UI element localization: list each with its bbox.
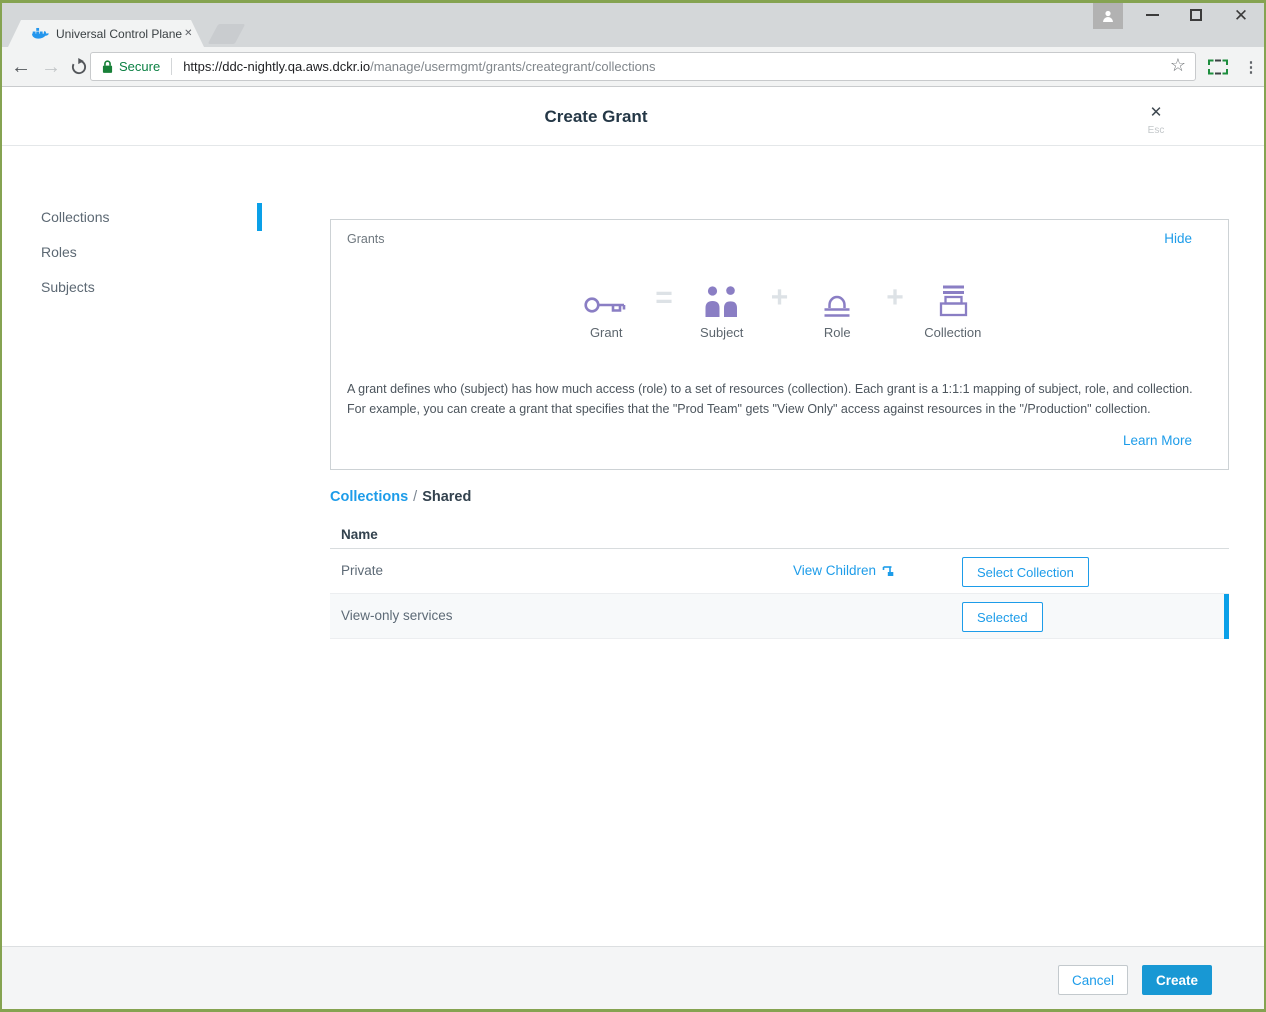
view-children-link[interactable]: View Children xyxy=(793,563,895,578)
window-minimize-button[interactable] xyxy=(1136,0,1168,30)
create-button[interactable]: Create xyxy=(1142,965,1212,995)
modal-close-icon[interactable]: ✕ xyxy=(1144,103,1168,123)
selected-row-indicator xyxy=(1224,594,1229,639)
profile-avatar[interactable] xyxy=(1093,3,1123,29)
breadcrumb-separator: / xyxy=(408,489,422,505)
forward-button[interactable]: → xyxy=(36,52,66,82)
modal-footer: Cancel Create xyxy=(0,946,1266,1012)
browser-tab[interactable]: Universal Control Plane ✕ xyxy=(8,20,204,47)
role-stamp-icon xyxy=(818,278,856,318)
breadcrumb: Collections/Shared xyxy=(330,489,471,505)
url-text: https://ddc-nightly.qa.aws.dckr.io/manag… xyxy=(183,59,655,74)
window-maximize-button[interactable] xyxy=(1180,0,1212,30)
window-frame xyxy=(0,0,1266,3)
select-collection-button[interactable]: Select Collection xyxy=(962,557,1089,587)
window-frame xyxy=(0,0,2,1012)
page-title: Create Grant xyxy=(0,107,1192,127)
browser-window: Universal Control Plane ✕ ✕ ← → Sec xyxy=(0,0,1266,1012)
view-children-label: View Children xyxy=(793,563,876,578)
equation-label-collection: Collection xyxy=(924,325,981,340)
equation-collection: Collection xyxy=(921,278,985,340)
tab-title: Universal Control Plane xyxy=(56,27,182,41)
selected-button[interactable]: Selected xyxy=(962,602,1043,632)
active-section-indicator xyxy=(257,203,262,231)
collection-name: Private xyxy=(341,563,383,578)
collection-stack-icon xyxy=(933,278,973,318)
table-row: View-only services Selected xyxy=(330,594,1229,639)
bookmark-star-icon[interactable]: ☆ xyxy=(1170,55,1186,76)
tab-close-icon[interactable]: ✕ xyxy=(182,26,194,41)
equation-grant: Grant xyxy=(574,278,638,340)
grant-equation: Grant = Subject + xyxy=(331,278,1228,340)
panel-label: Grants xyxy=(347,232,385,246)
equation-subject: Subject xyxy=(690,278,754,340)
learn-more-link[interactable]: Learn More xyxy=(1123,433,1192,448)
docker-whale-icon xyxy=(32,27,49,41)
users-icon xyxy=(703,278,741,318)
window-close-button[interactable]: ✕ xyxy=(1225,0,1257,30)
browser-menu-icon[interactable]: ⋮ xyxy=(1238,52,1264,82)
tab-strip: Universal Control Plane ✕ ✕ xyxy=(0,0,1266,47)
url-host: https://ddc-nightly.qa.aws.dckr.io xyxy=(183,59,370,74)
hierarchy-icon xyxy=(882,565,895,577)
grants-info-panel: Grants Hide Grant = xyxy=(330,219,1229,470)
table-header: Name xyxy=(330,522,1229,549)
url-divider xyxy=(171,58,172,75)
breadcrumb-current: Shared xyxy=(422,489,471,505)
secure-label: Secure xyxy=(119,59,160,74)
sidebar-item-subjects[interactable]: Subjects xyxy=(41,279,95,299)
url-path: /manage/usermgmt/grants/creategrant/coll… xyxy=(370,59,655,74)
equals-icon: = xyxy=(655,278,673,318)
secure-lock-icon xyxy=(102,59,113,74)
breadcrumb-collections-link[interactable]: Collections xyxy=(330,489,408,505)
equation-label-grant: Grant xyxy=(590,325,623,340)
maximize-icon xyxy=(1190,9,1202,21)
equation-role: Role xyxy=(805,278,869,340)
address-bar[interactable]: Secure https://ddc-nightly.qa.aws.dckr.i… xyxy=(90,52,1196,81)
new-tab-button[interactable] xyxy=(208,24,246,44)
plus-icon: + xyxy=(771,278,789,318)
column-header-name: Name xyxy=(341,527,378,542)
hide-link[interactable]: Hide xyxy=(1164,231,1192,246)
back-button[interactable]: ← xyxy=(6,52,36,82)
key-icon xyxy=(583,278,629,318)
equation-label-role: Role xyxy=(824,325,851,340)
sidebar-item-collections[interactable]: Collections xyxy=(41,209,109,229)
modal-header: Create Grant ✕ Esc xyxy=(0,87,1266,146)
minimize-icon xyxy=(1146,14,1159,16)
table-row: Private View Children Select Collection xyxy=(330,549,1229,594)
window-close-icon: ✕ xyxy=(1234,7,1248,24)
equation-label-subject: Subject xyxy=(700,325,743,340)
capture-extension-icon[interactable] xyxy=(1204,55,1232,79)
sidebar-item-roles[interactable]: Roles xyxy=(41,244,77,264)
cancel-button[interactable]: Cancel xyxy=(1058,965,1128,995)
plus-icon: + xyxy=(886,278,904,318)
esc-hint: Esc xyxy=(1144,125,1168,136)
collection-name: View-only services xyxy=(341,608,453,623)
grants-description: A grant defines who (subject) has how mu… xyxy=(347,380,1193,420)
